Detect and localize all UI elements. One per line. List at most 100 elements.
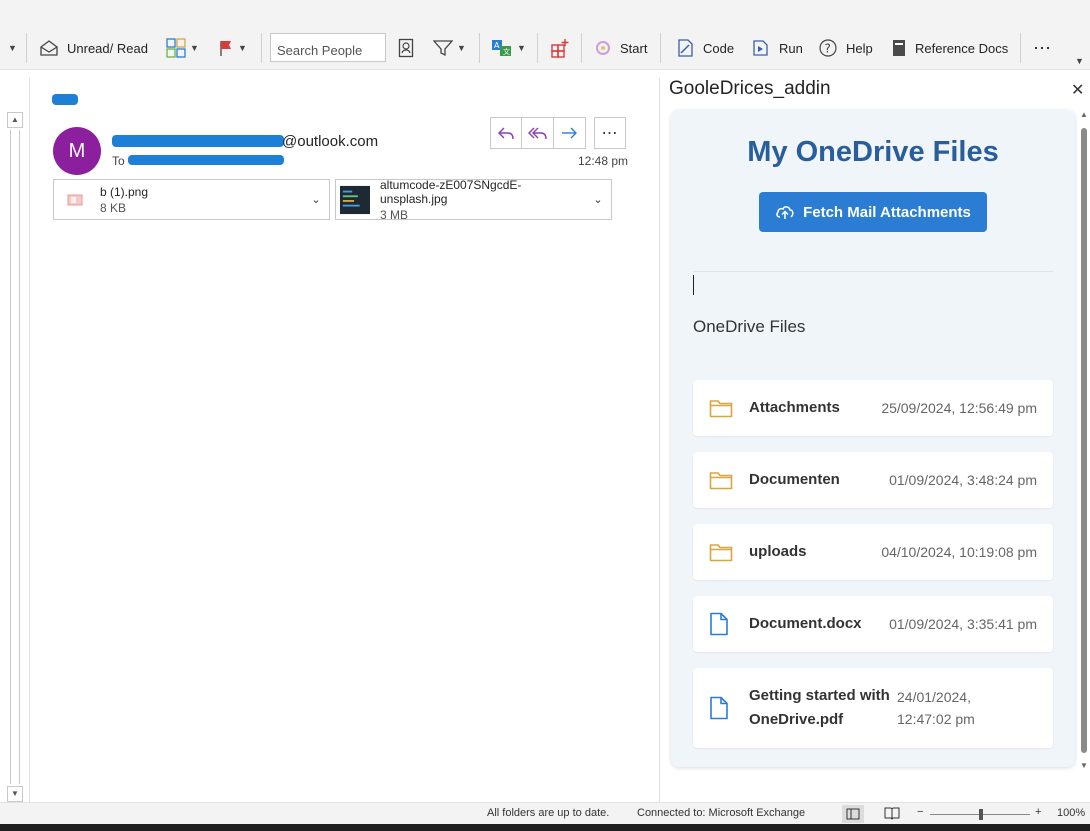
attachment-name: altumcode-zE007SNgcdE-unsplash.jpg: [380, 177, 522, 206]
unread-read-button[interactable]: Unread/ Read: [39, 33, 148, 63]
attachment-item[interactable]: b (1).png 8 KB ⌄: [53, 179, 330, 220]
ribbon-overflow-dropdown[interactable]: ▼: [4, 33, 17, 63]
scroll-thumb[interactable]: [1081, 128, 1087, 753]
file-name: Getting started with OneDrive.pdf: [749, 687, 890, 728]
reading-view-icon: [884, 807, 900, 820]
reply-button[interactable]: [491, 118, 523, 148]
status-bar: All folders are up to date. Connected to…: [0, 802, 1090, 824]
follow-up-flag-button[interactable]: ▼: [218, 33, 247, 63]
chevron-down-icon: ▼: [238, 43, 247, 53]
run-button[interactable]: Run: [751, 33, 803, 63]
file-modified-date: 25/09/2024, 12:56:49 pm: [881, 400, 1037, 416]
divider: [659, 78, 660, 802]
start-icon: [596, 41, 610, 55]
more-commands-button[interactable]: ⋯: [1033, 33, 1051, 63]
categorize-icon: [166, 38, 186, 58]
reference-docs-label: Reference Docs: [915, 40, 1009, 56]
run-icon: [753, 40, 768, 56]
file-name: Documenten: [749, 471, 840, 488]
help-button[interactable]: ? Help: [818, 33, 873, 63]
chevron-down-icon[interactable]: ⌄: [303, 193, 329, 206]
ribbon-expand-button[interactable]: ▼: [1071, 52, 1084, 70]
chevron-down-icon[interactable]: ⌄: [585, 193, 611, 206]
scroll-up-arrow-icon[interactable]: ▲: [7, 112, 23, 128]
search-people-input[interactable]: [270, 33, 386, 62]
zoom-level[interactable]: 100%: [1057, 807, 1085, 819]
redacted-subject: [52, 94, 78, 105]
reference-docs-button[interactable]: Reference Docs: [891, 33, 1008, 63]
file-name: uploads: [749, 543, 807, 560]
add-ins-icon: [551, 39, 569, 58]
address-book-icon: [398, 38, 414, 58]
address-book-button[interactable]: [398, 33, 414, 63]
divider: [29, 78, 30, 802]
sender-email-domain[interactable]: @outlook.com: [282, 133, 378, 150]
get-add-ins-button[interactable]: [550, 33, 570, 63]
divider: [693, 271, 1053, 272]
chevron-down-icon: ▼: [190, 43, 199, 53]
scroll-up-arrow-icon[interactable]: ▲: [1080, 110, 1088, 119]
translate-button[interactable]: A文 ▼: [491, 33, 526, 63]
ribbon-toolbar: ▼ Unread/ Read ▼ ▼ ▼ A文 ▼: [0, 0, 1090, 70]
file-list-item[interactable]: uploads 04/10/2024, 10:19:08 pm: [693, 524, 1053, 580]
reading-view-button[interactable]: [884, 806, 900, 823]
divider: [261, 33, 262, 63]
filter-email-button[interactable]: ▼: [433, 33, 466, 63]
reply-icon: [498, 127, 514, 140]
start-button[interactable]: Start: [594, 33, 647, 63]
redacted-recipient: [128, 155, 284, 165]
code-button[interactable]: Code: [675, 33, 734, 63]
svg-text:A: A: [494, 41, 500, 50]
folder-icon: [709, 542, 733, 562]
close-icon[interactable]: ✕: [1071, 80, 1084, 100]
reply-all-icon: [527, 127, 547, 140]
help-icon: ?: [819, 39, 837, 57]
ellipsis-icon: ⋯: [601, 125, 619, 142]
attachment-size: 8 KB: [100, 200, 127, 215]
more-actions-button[interactable]: ⋯: [594, 117, 626, 149]
normal-view-button[interactable]: [842, 805, 864, 823]
attachment-item[interactable]: altumcode-zE007SNgcdE-unsplash.jpg 3 MB …: [335, 177, 612, 222]
file-list-item[interactable]: Getting started with OneDrive.pdf 24/01/…: [693, 668, 1053, 748]
file-modified-date: 04/10/2024, 10:19:08 pm: [881, 544, 1037, 560]
scroll-track[interactable]: [10, 130, 20, 784]
file-list-item[interactable]: Document.docx 01/09/2024, 3:35:41 pm: [693, 596, 1053, 652]
folder-icon: [709, 470, 733, 490]
unread-read-label: Unread/ Read: [67, 40, 148, 56]
attachment-size: 3 MB: [380, 207, 409, 222]
addin-pane-title: GooleDrices_addin: [669, 78, 831, 99]
file-list-item[interactable]: Documenten 01/09/2024, 3:48:24 pm: [693, 452, 1053, 508]
cloud-upload-icon: [776, 206, 794, 219]
svg-text:?: ?: [825, 42, 831, 56]
forward-icon: [562, 127, 578, 139]
categorize-button[interactable]: ▼: [166, 33, 199, 63]
chevron-down-icon: ▼: [8, 43, 17, 53]
file-name: Attachments: [749, 399, 840, 416]
zoom-in-button[interactable]: +: [1035, 806, 1041, 818]
chevron-down-icon: ▼: [517, 43, 526, 53]
divider: [660, 33, 661, 63]
run-label: Run: [779, 40, 803, 56]
fetch-mail-attachments-button[interactable]: Fetch Mail Attachments: [759, 192, 987, 232]
file-list-item[interactable]: Attachments 25/09/2024, 12:56:49 pm: [693, 380, 1053, 436]
chevron-down-icon: ▼: [457, 43, 466, 53]
zoom-slider-thumb[interactable]: [979, 809, 983, 820]
page-title: My OneDrive Files: [747, 136, 999, 168]
sender-avatar[interactable]: M: [53, 127, 101, 175]
zoom-out-button[interactable]: −: [917, 806, 923, 818]
to-label: To: [112, 154, 125, 168]
reply-all-button[interactable]: [522, 118, 554, 148]
divider: [581, 33, 582, 63]
message-list-scrollbar[interactable]: ▲ ▼: [7, 112, 23, 802]
code-edit-icon: [678, 39, 693, 57]
code-label: Code: [703, 40, 735, 56]
section-title: OneDrive Files: [693, 317, 806, 336]
addin-scrollbar[interactable]: ▲ ▼: [1080, 110, 1088, 770]
scroll-down-arrow-icon[interactable]: ▼: [1080, 761, 1088, 770]
sync-status: All folders are up to date.: [487, 807, 610, 819]
scroll-down-arrow-icon[interactable]: ▼: [7, 786, 23, 802]
document-icon: [709, 696, 733, 720]
ellipsis-icon: ⋯: [1033, 37, 1051, 58]
normal-view-icon: [846, 808, 860, 820]
forward-button[interactable]: [554, 118, 585, 148]
